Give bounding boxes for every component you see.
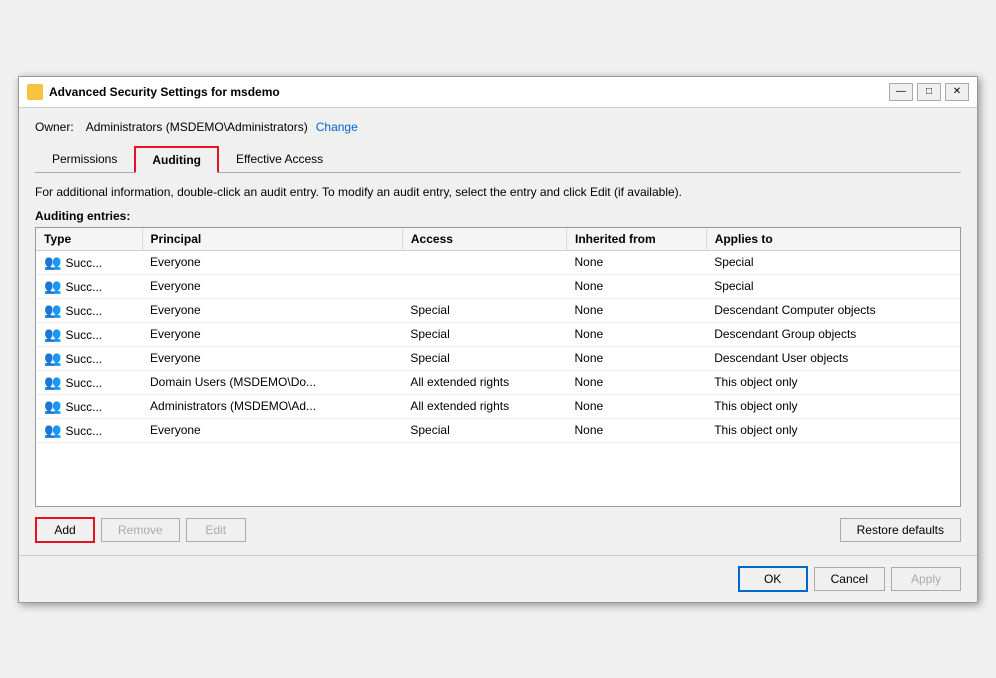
- cell-type: 👥Succ...: [36, 418, 142, 442]
- cell-access: All extended rights: [402, 370, 566, 394]
- restore-defaults-button[interactable]: Restore defaults: [840, 518, 961, 542]
- remove-button[interactable]: Remove: [101, 518, 180, 542]
- cell-type: 👥Succ...: [36, 346, 142, 370]
- cell-access: Special: [402, 298, 566, 322]
- cell-inherited-from: None: [566, 322, 706, 346]
- owner-row: Owner: Administrators (MSDEMO\Administra…: [35, 120, 961, 134]
- table-row[interactable]: 👥Succ...EveryoneSpecialNoneDescendant Us…: [36, 346, 960, 370]
- cell-applies-to: Special: [706, 250, 960, 274]
- cell-applies-to: Descendant Group objects: [706, 322, 960, 346]
- cell-principal: Administrators (MSDEMO\Ad...: [142, 394, 402, 418]
- main-window: Advanced Security Settings for msdemo — …: [18, 76, 978, 603]
- action-buttons: Add Remove Edit Restore defaults: [35, 517, 961, 543]
- cell-access: [402, 250, 566, 274]
- window-title: Advanced Security Settings for msdemo: [49, 85, 889, 99]
- cell-inherited-from: None: [566, 370, 706, 394]
- window-body: Owner: Administrators (MSDEMO\Administra…: [19, 108, 977, 555]
- cancel-button[interactable]: Cancel: [814, 567, 885, 591]
- cell-access: Special: [402, 418, 566, 442]
- cell-principal: Everyone: [142, 346, 402, 370]
- minimize-button[interactable]: —: [889, 83, 913, 101]
- cell-principal: Everyone: [142, 250, 402, 274]
- window-icon: [27, 84, 43, 100]
- owner-value: Administrators (MSDEMO\Administrators): [86, 120, 308, 134]
- cell-access: Special: [402, 322, 566, 346]
- cell-principal: Everyone: [142, 274, 402, 298]
- tab-permissions[interactable]: Permissions: [35, 146, 134, 173]
- cell-type: 👥Succ...: [36, 394, 142, 418]
- title-bar-controls: — □ ✕: [889, 83, 969, 101]
- table-row[interactable]: 👥Succ...Administrators (MSDEMO\Ad...All …: [36, 394, 960, 418]
- owner-label: Owner:: [35, 120, 74, 134]
- cell-type: 👥Succ...: [36, 274, 142, 298]
- table-row[interactable]: 👥Succ...EveryoneSpecialNoneDescendant Co…: [36, 298, 960, 322]
- cell-access: All extended rights: [402, 394, 566, 418]
- cell-applies-to: This object only: [706, 418, 960, 442]
- auditing-entries-table[interactable]: Type Principal Access Inherited from App…: [35, 227, 961, 507]
- cell-access: Special: [402, 346, 566, 370]
- cell-principal: Everyone: [142, 322, 402, 346]
- table-row[interactable]: 👥Succ...EveryoneSpecialNoneDescendant Gr…: [36, 322, 960, 346]
- cell-access: [402, 274, 566, 298]
- owner-change-link[interactable]: Change: [316, 120, 358, 134]
- maximize-button[interactable]: □: [917, 83, 941, 101]
- tab-effective-access[interactable]: Effective Access: [219, 146, 340, 173]
- cell-principal: Everyone: [142, 298, 402, 322]
- cell-applies-to: This object only: [706, 394, 960, 418]
- cell-inherited-from: None: [566, 298, 706, 322]
- col-applies-to: Applies to: [706, 228, 960, 251]
- cell-type: 👥Succ...: [36, 370, 142, 394]
- edit-button[interactable]: Edit: [186, 518, 246, 542]
- table-header-row: Type Principal Access Inherited from App…: [36, 228, 960, 251]
- table-row[interactable]: 👥Succ...Everyone NoneSpecial: [36, 250, 960, 274]
- cell-applies-to: Special: [706, 274, 960, 298]
- cell-type: 👥Succ...: [36, 298, 142, 322]
- col-access: Access: [402, 228, 566, 251]
- cell-principal: Domain Users (MSDEMO\Do...: [142, 370, 402, 394]
- cell-principal: Everyone: [142, 418, 402, 442]
- col-inherited-from: Inherited from: [566, 228, 706, 251]
- cell-applies-to: Descendant Computer objects: [706, 298, 960, 322]
- cell-inherited-from: None: [566, 394, 706, 418]
- cell-inherited-from: None: [566, 418, 706, 442]
- cell-inherited-from: None: [566, 274, 706, 298]
- add-button[interactable]: Add: [35, 517, 95, 543]
- table-row[interactable]: 👥Succ...Domain Users (MSDEMO\Do...All ex…: [36, 370, 960, 394]
- tab-auditing[interactable]: Auditing: [134, 146, 219, 173]
- cell-applies-to: This object only: [706, 370, 960, 394]
- cell-applies-to: Descendant User objects: [706, 346, 960, 370]
- cell-inherited-from: None: [566, 250, 706, 274]
- title-bar: Advanced Security Settings for msdemo — …: [19, 77, 977, 108]
- table-row[interactable]: 👥Succ...EveryoneSpecialNoneThis object o…: [36, 418, 960, 442]
- col-principal: Principal: [142, 228, 402, 251]
- cell-type: 👥Succ...: [36, 322, 142, 346]
- col-type: Type: [36, 228, 142, 251]
- table-row[interactable]: 👥Succ...Everyone NoneSpecial: [36, 274, 960, 298]
- cell-type: 👥Succ...: [36, 250, 142, 274]
- tab-bar: Permissions Auditing Effective Access: [35, 146, 961, 173]
- cell-inherited-from: None: [566, 346, 706, 370]
- ok-button[interactable]: OK: [738, 566, 808, 592]
- section-label: Auditing entries:: [35, 209, 961, 223]
- info-text: For additional information, double-click…: [35, 183, 961, 201]
- footer: OK Cancel Apply: [19, 555, 977, 602]
- apply-button[interactable]: Apply: [891, 567, 961, 591]
- close-button[interactable]: ✕: [945, 83, 969, 101]
